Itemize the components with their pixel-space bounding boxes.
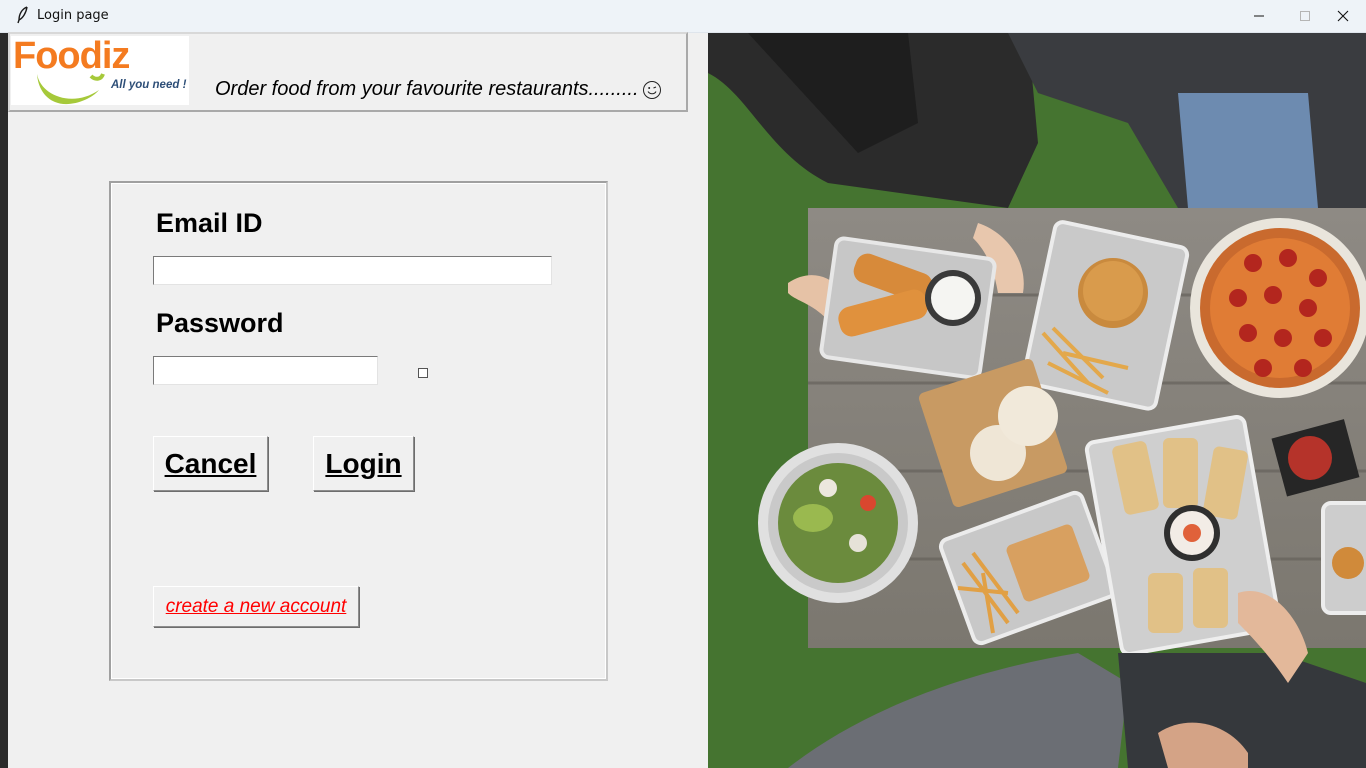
minimize-icon <box>1254 15 1264 17</box>
food-table-photo <box>708 33 1366 768</box>
minimize-button[interactable] <box>1236 0 1282 32</box>
header-tagline: Order food from your favourite restauran… <box>215 77 661 101</box>
maximize-icon <box>1300 11 1310 21</box>
email-label: Email ID <box>156 208 263 238</box>
password-label: Password <box>156 308 284 338</box>
window-title: Login page <box>37 8 109 23</box>
close-icon <box>1337 10 1349 22</box>
close-button[interactable] <box>1320 0 1366 32</box>
email-field[interactable] <box>153 256 552 285</box>
foodiz-logo: Foodiz All you need ! <box>11 35 189 105</box>
create-account-button[interactable]: create a new account <box>153 586 359 627</box>
show-password-checkbox[interactable] <box>418 368 428 378</box>
smiley-face-icon <box>642 81 661 99</box>
feather-icon <box>17 6 28 24</box>
window-edge <box>0 33 8 768</box>
login-button[interactable]: Login <box>313 436 414 491</box>
password-field[interactable] <box>153 356 378 385</box>
logo-text: Foodiz <box>13 36 129 77</box>
cancel-button[interactable]: Cancel <box>153 436 268 491</box>
title-bar: Login page <box>0 0 1366 33</box>
logo-tagline: All you need ! <box>110 79 187 91</box>
